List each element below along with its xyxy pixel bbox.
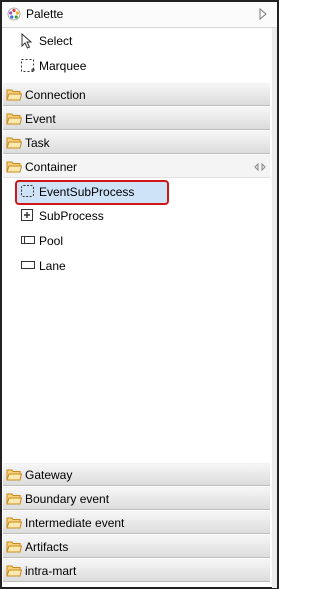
drawer-label: Intermediate event (25, 516, 125, 530)
palette-title: Palette (26, 7, 64, 21)
folder-icon (6, 492, 23, 508)
folder-icon (6, 564, 23, 580)
folder-icon (6, 136, 23, 152)
palette-logo-icon (7, 7, 21, 24)
drawer-task[interactable]: Task (3, 131, 270, 154)
drawer-boundary-event[interactable]: Boundary event (3, 487, 270, 510)
tool-lane[interactable]: Lane (2, 255, 277, 277)
drawer-container[interactable]: Container (3, 155, 270, 178)
tool-event-subprocess[interactable]: EventSubProcess (15, 180, 169, 205)
drawer-label: Container (25, 160, 78, 174)
drawer-label: Connection (25, 88, 86, 102)
tool-select[interactable]: Select (2, 30, 277, 52)
drawer-label: Event (25, 112, 56, 126)
lane-icon (20, 258, 36, 275)
folder-icon (6, 516, 23, 532)
tool-subprocess-label: SubProcess (39, 209, 104, 223)
drawer-label: Artifacts (25, 540, 69, 554)
drawer-gateway[interactable]: Gateway (3, 463, 270, 486)
drawer-connection[interactable]: Connection (3, 83, 270, 106)
pool-icon (20, 233, 36, 250)
drawer-label: Task (25, 136, 50, 150)
tool-subprocess[interactable]: SubProcess (2, 205, 277, 227)
event-subprocess-icon (20, 184, 36, 202)
tool-marquee[interactable]: Marquee (2, 55, 277, 77)
scrollbar[interactable] (272, 28, 277, 588)
drawer-artifacts[interactable]: Artifacts (3, 535, 270, 558)
folder-icon (6, 112, 23, 128)
drawer-label: Boundary event (25, 492, 110, 506)
folder-icon (6, 540, 23, 556)
drawer-intermediate-event[interactable]: Intermediate event (3, 511, 270, 534)
pin-icon[interactable] (254, 161, 266, 175)
tool-pool[interactable]: Pool (2, 230, 277, 252)
palette-header[interactable]: Palette (2, 2, 277, 28)
drawer-label: intra-mart (25, 564, 77, 578)
drawer-event[interactable]: Event (3, 107, 270, 130)
folder-open-icon (6, 160, 23, 176)
palette-view: Palette Select Marquee Connection Event … (0, 0, 279, 589)
tool-lane-label: Lane (39, 259, 66, 273)
tool-marquee-label: Marquee (39, 59, 87, 73)
tool-event-subprocess-label: EventSubProcess (39, 185, 135, 199)
folder-icon (6, 468, 23, 484)
collapse-arrow-icon[interactable] (259, 7, 267, 23)
marquee-icon (20, 58, 36, 77)
subprocess-icon (20, 208, 34, 225)
tool-select-label: Select (39, 34, 73, 48)
drawer-label: Gateway (25, 468, 73, 482)
folder-icon (6, 88, 23, 104)
tool-pool-label: Pool (39, 234, 64, 248)
pointer-icon (20, 32, 34, 52)
drawer-intra-mart[interactable]: intra-mart (3, 559, 270, 582)
